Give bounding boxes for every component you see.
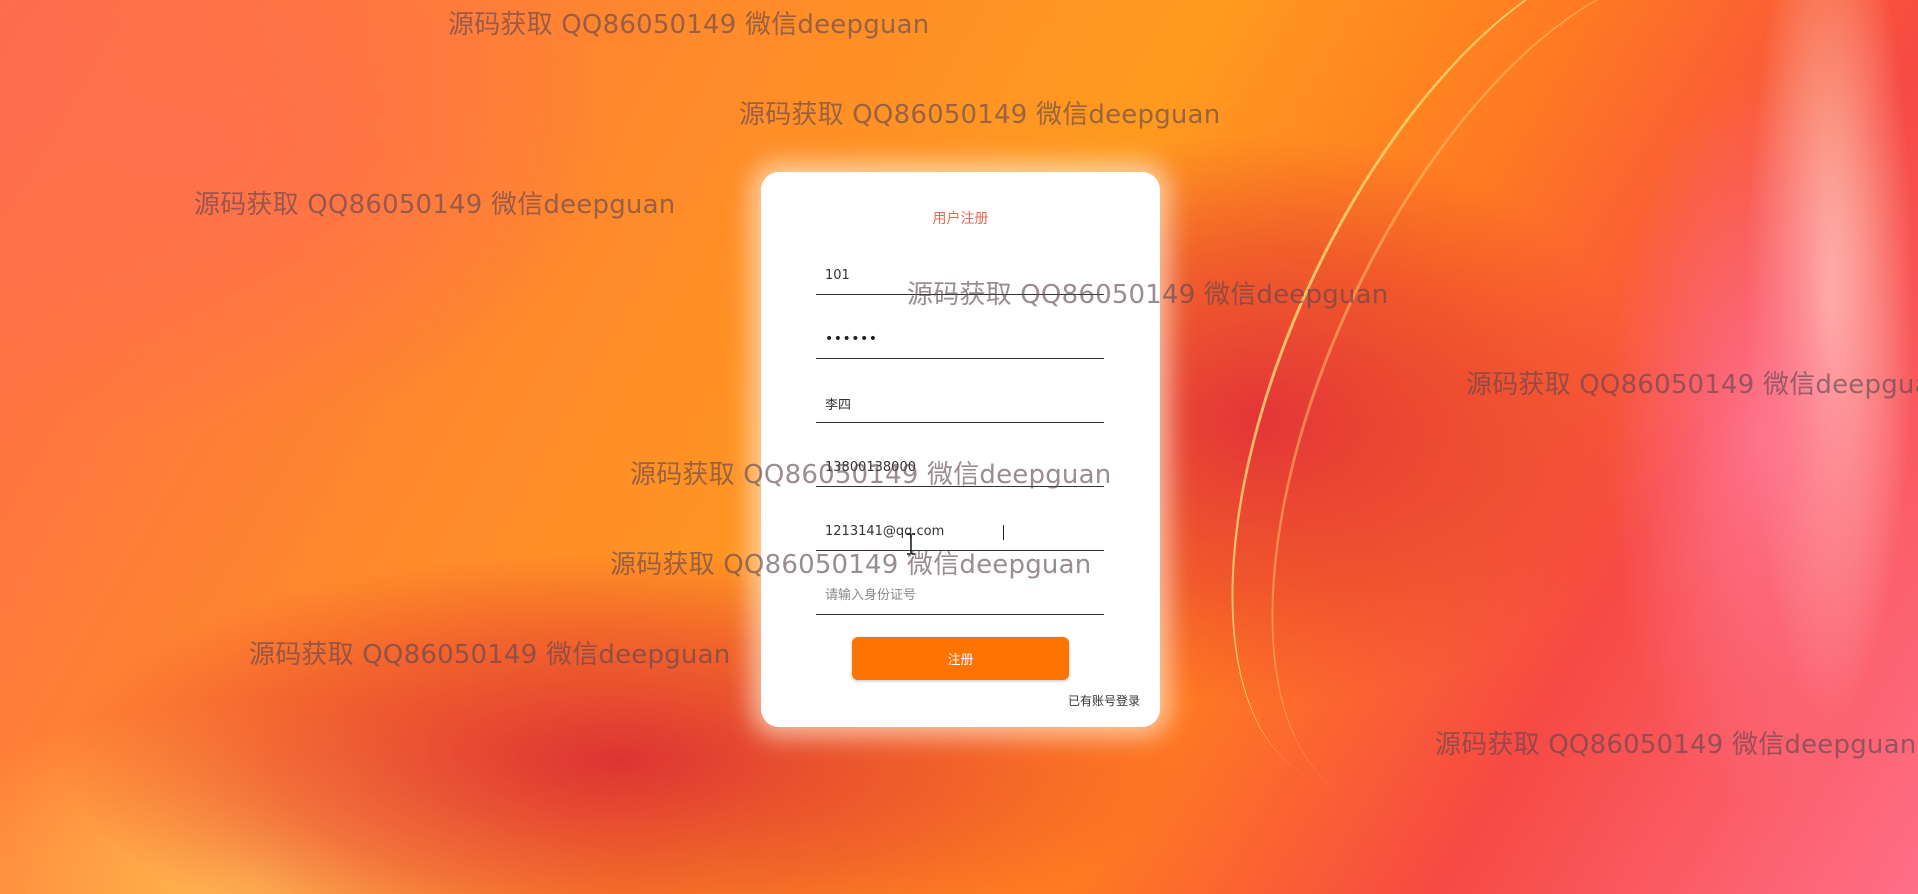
username-field[interactable]	[816, 257, 1104, 295]
phone-field[interactable]	[816, 449, 1104, 487]
form-title: 用户注册	[932, 211, 989, 227]
id-number-field[interactable]	[816, 577, 1104, 615]
ibeam-cursor-icon	[907, 533, 915, 555]
password-field[interactable]: ••••••	[816, 321, 1104, 359]
register-button[interactable]: 注册	[852, 637, 1069, 680]
register-card: 用户注册 •••••• 注册 已有账号登录	[761, 172, 1160, 727]
email-input[interactable]	[816, 513, 1104, 550]
phone-input[interactable]	[816, 449, 1104, 486]
real-name-input[interactable]	[816, 385, 1104, 422]
password-masked-value: ••••••	[825, 331, 878, 347]
real-name-field[interactable]	[816, 385, 1104, 423]
id-number-input[interactable]	[816, 577, 1104, 614]
email-field[interactable]	[816, 513, 1104, 551]
username-input[interactable]	[816, 257, 1104, 294]
login-link[interactable]: 已有账号登录	[1068, 692, 1140, 709]
text-caret	[1003, 525, 1004, 540]
